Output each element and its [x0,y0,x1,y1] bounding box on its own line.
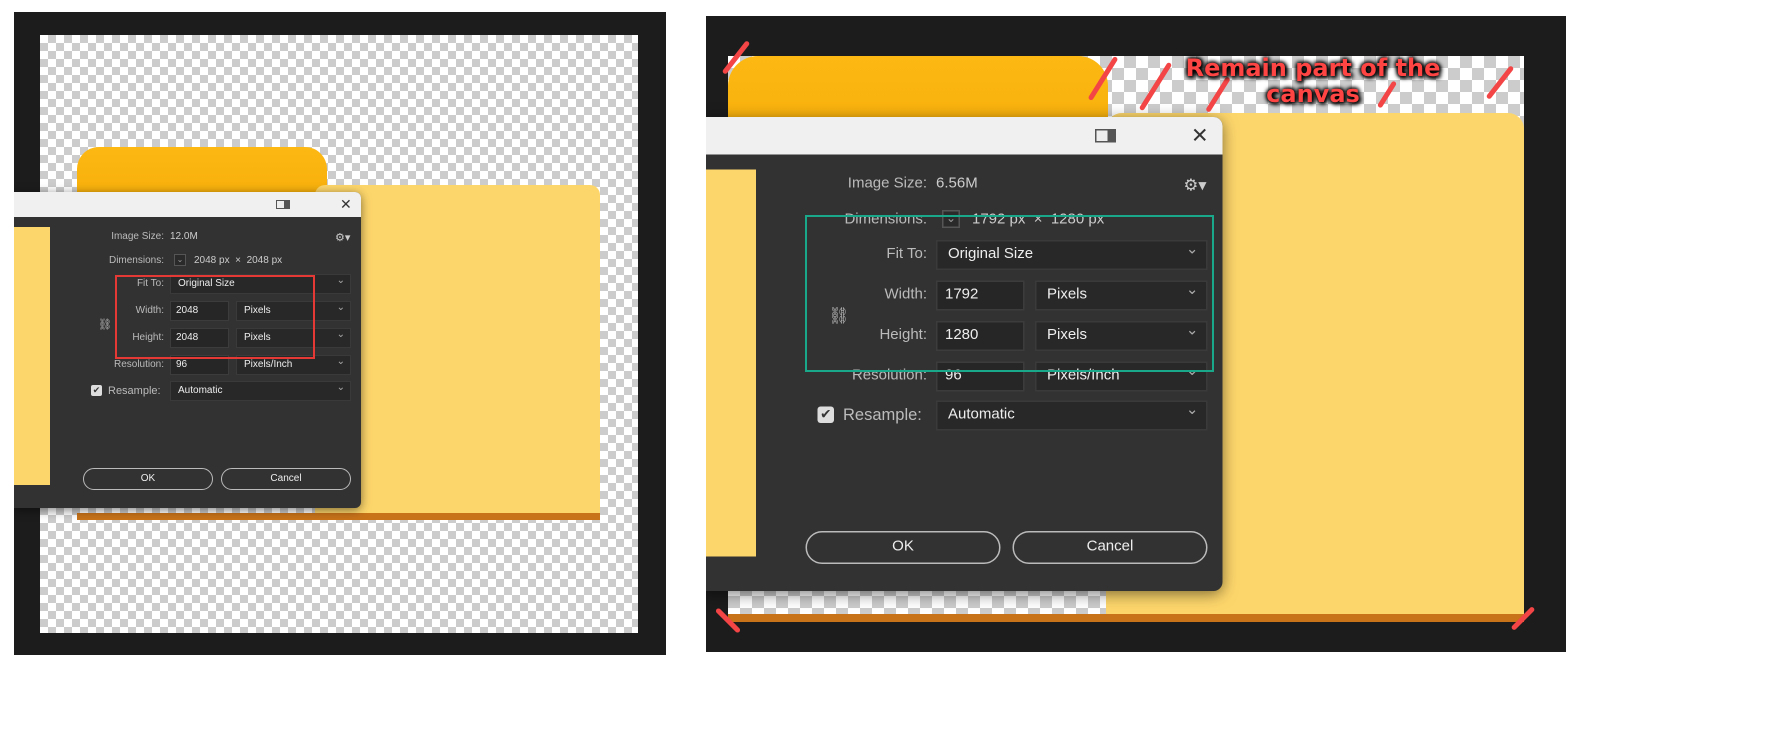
gear-icon[interactable]: ⚙▾ [335,231,350,244]
gear-icon[interactable]: ⚙▾ [1184,176,1207,195]
link-chain-icon[interactable]: ⛓ [98,318,112,331]
image-size-value: 6.56M [936,175,978,193]
image-size-value: 12.0M [170,231,198,242]
dialog-titlebar[interactable]: ✕ [706,117,1223,155]
close-icon[interactable]: ✕ [1191,123,1209,149]
folder-bottom-edge [728,614,1524,622]
resample-label: Resample: [843,406,922,425]
resample-label: Resample: [108,385,161,397]
resample-select[interactable]: Automatic [936,400,1208,431]
ok-button[interactable]: OK [805,531,1001,564]
resample-checkbox[interactable]: ✔ [91,385,102,396]
panel-toggle-icon[interactable] [276,200,290,209]
cancel-button[interactable]: Cancel [221,468,351,490]
ok-button[interactable]: OK [83,468,213,490]
left-canvas-frame: ✕ Image Size: 12.0M ⚙▾ Dimensions: ⌄ 2048 px ×… [14,12,666,655]
panel-toggle-icon[interactable] [1095,129,1116,143]
highlight-box-right [805,215,1214,372]
resample-checkbox[interactable]: ✔ [817,406,834,423]
resample-select[interactable]: Automatic [170,381,351,401]
dim-height: 2048 px [246,255,283,266]
resolution-label: Resolution: [113,359,164,370]
dimensions-dropdown[interactable]: ⌄ [174,254,186,266]
highlight-box-left [115,275,315,359]
dimensions-label: Dimensions: [108,255,164,266]
annotation-line: Remain part of the [1185,54,1441,82]
annotation-label: Remain part of the canvas [1178,55,1448,107]
dimensions-value: 2048 px × 2048 px [194,255,282,266]
image-size-label: Image Size: [111,231,164,242]
folder-bottom-edge [77,513,600,520]
close-icon[interactable]: ✕ [340,196,352,213]
image-size-label: Image Size: [847,175,927,193]
times-sign: × [235,255,241,266]
cancel-button[interactable]: Cancel [1012,531,1208,564]
dim-width: 2048 px [194,255,230,266]
dialog-titlebar[interactable]: ✕ [14,192,361,217]
annotation-line: canvas [1266,80,1360,108]
